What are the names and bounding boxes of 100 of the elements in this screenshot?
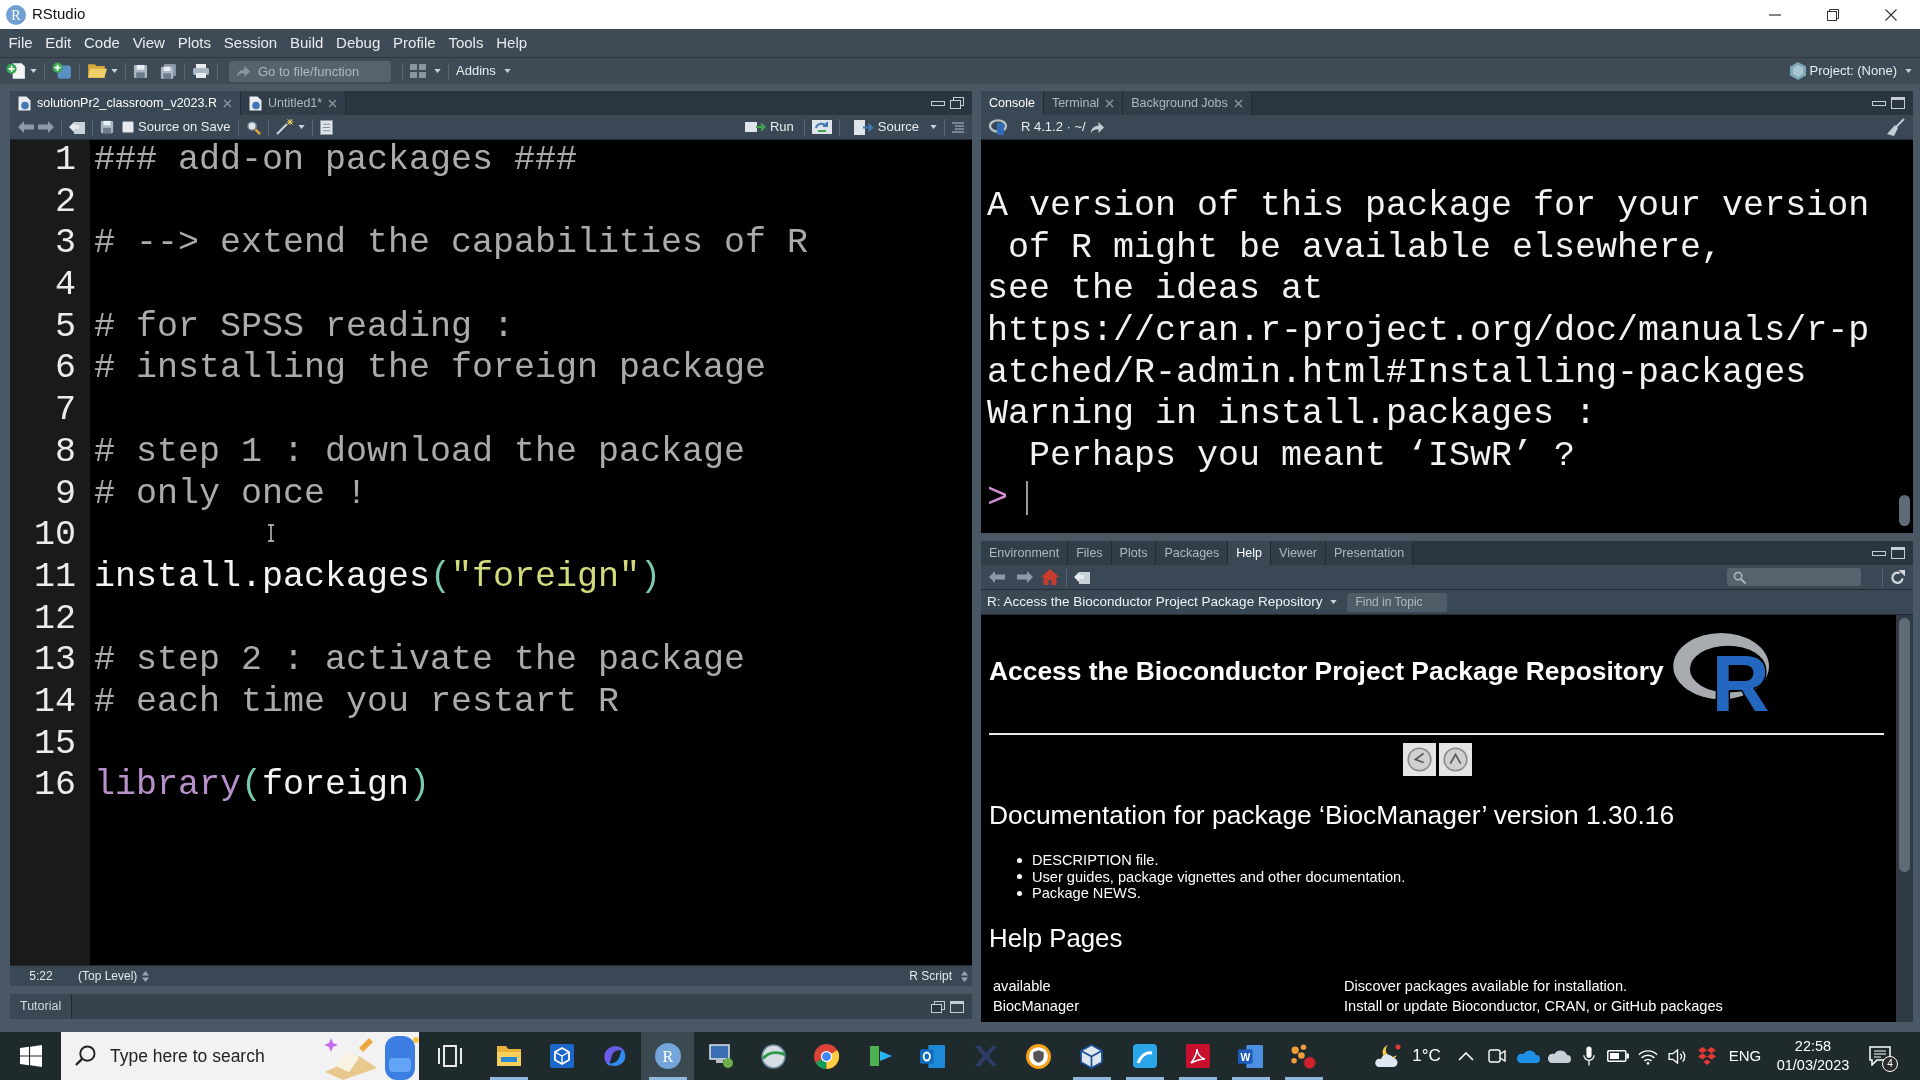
caret-icon[interactable] bbox=[297, 125, 305, 129]
updown-icon[interactable] bbox=[142, 970, 150, 982]
menu-item[interactable]: Edit bbox=[38, 29, 78, 57]
pane-tab[interactable]: Packages bbox=[1156, 541, 1229, 565]
help-link[interactable]: available bbox=[993, 977, 1051, 994]
help-link[interactable]: User guides, package vignettes and other documentation. bbox=[1032, 868, 1406, 885]
file-type-selector[interactable]: R Script bbox=[909, 967, 956, 985]
source-button[interactable]: Source bbox=[850, 116, 922, 138]
grid-icon[interactable] bbox=[410, 64, 426, 78]
rerun-icon[interactable] bbox=[811, 120, 832, 134]
back-arrow-icon[interactable] bbox=[18, 121, 34, 133]
help-link[interactable]: BiocManager bbox=[993, 997, 1079, 1014]
new-project-icon[interactable] bbox=[52, 62, 72, 80]
caret-icon[interactable] bbox=[30, 69, 37, 73]
pane-tab[interactable]: Presentation bbox=[1326, 541, 1414, 565]
project-menu[interactable]: Project: (None) bbox=[1809, 61, 1897, 81]
console-tab[interactable]: Console bbox=[981, 91, 1044, 115]
chevron-up-icon[interactable] bbox=[1458, 1051, 1474, 1061]
caret-icon[interactable] bbox=[1330, 600, 1338, 604]
close-icon[interactable] bbox=[222, 98, 232, 108]
scope-selector[interactable]: (Top Level) bbox=[78, 967, 138, 985]
menu-item[interactable]: View bbox=[126, 29, 172, 57]
minimize-icon[interactable] bbox=[1872, 100, 1886, 106]
popout-icon[interactable] bbox=[1074, 570, 1090, 584]
menu-item[interactable]: Debug bbox=[329, 29, 387, 57]
pane-tab[interactable]: Viewer bbox=[1271, 541, 1326, 565]
temperature[interactable]: 1°C bbox=[1412, 1043, 1441, 1069]
caret-icon[interactable] bbox=[111, 69, 118, 73]
checkbox[interactable] bbox=[122, 121, 134, 133]
popout-icon[interactable] bbox=[69, 120, 85, 134]
refresh-icon[interactable] bbox=[1890, 569, 1905, 585]
pane-tab[interactable]: Files bbox=[1068, 541, 1112, 565]
help-link[interactable]: DESCRIPTION file bbox=[1032, 852, 1155, 868]
forward-arrow-icon[interactable] bbox=[38, 121, 54, 133]
run-button[interactable]: Run bbox=[741, 116, 797, 138]
find-in-topic-field[interactable]: Find in Topic bbox=[1347, 592, 1448, 612]
editor-tab[interactable]: solutionPr2_classroom_v2023.R bbox=[10, 91, 241, 115]
microphone-icon[interactable] bbox=[1582, 1046, 1595, 1066]
save-all-icon[interactable] bbox=[160, 62, 177, 80]
menu-item[interactable]: File bbox=[2, 29, 39, 57]
pane-tab[interactable]: Environment bbox=[981, 541, 1069, 565]
menu-item[interactable]: Session bbox=[217, 29, 284, 57]
wifi-icon[interactable] bbox=[1637, 1047, 1658, 1065]
speaker-icon[interactable] bbox=[1668, 1048, 1687, 1064]
restore-icon[interactable] bbox=[931, 1000, 945, 1013]
scrollbar-thumb[interactable] bbox=[1899, 618, 1910, 872]
close-icon[interactable] bbox=[1233, 98, 1243, 108]
minimize-icon[interactable] bbox=[931, 100, 945, 106]
search-icon[interactable] bbox=[245, 119, 261, 135]
print-icon[interactable] bbox=[192, 63, 210, 79]
broom-icon[interactable] bbox=[1887, 118, 1905, 136]
language-indicator[interactable]: ENG bbox=[1728, 1044, 1762, 1068]
save-icon[interactable] bbox=[100, 120, 114, 134]
wand-icon[interactable] bbox=[275, 119, 294, 135]
caret-icon[interactable] bbox=[930, 125, 937, 129]
menu-item[interactable]: Build bbox=[283, 29, 330, 57]
go-to-file-field[interactable]: Go to file/function bbox=[229, 60, 391, 82]
maximize-icon[interactable] bbox=[1891, 547, 1905, 559]
notebook-icon[interactable] bbox=[319, 119, 333, 135]
pane-tab[interactable]: Help bbox=[1228, 541, 1271, 565]
notification-icon[interactable] bbox=[1869, 1046, 1891, 1066]
close-icon[interactable] bbox=[1105, 98, 1115, 108]
pane-tab[interactable]: Plots bbox=[1111, 541, 1157, 565]
maximize-icon[interactable] bbox=[950, 1000, 964, 1013]
hexagon-icon[interactable] bbox=[1789, 62, 1806, 80]
battery-icon[interactable] bbox=[1606, 1050, 1629, 1062]
console-tab[interactable]: Terminal bbox=[1043, 91, 1124, 115]
caret-icon[interactable] bbox=[434, 69, 441, 73]
folder-icon[interactable] bbox=[87, 63, 107, 79]
back-arrow-icon[interactable] bbox=[989, 571, 1005, 583]
updown-icon[interactable] bbox=[961, 970, 968, 982]
new-file-icon[interactable] bbox=[6, 62, 26, 80]
maximize-icon[interactable] bbox=[1891, 97, 1905, 109]
menu-item[interactable]: Plots bbox=[171, 29, 218, 57]
menu-item[interactable]: Tools bbox=[442, 29, 490, 57]
outline-icon[interactable] bbox=[952, 121, 964, 133]
close-icon[interactable] bbox=[328, 98, 338, 108]
console-tab[interactable]: Background Jobs bbox=[1123, 91, 1252, 115]
caret-icon[interactable] bbox=[503, 69, 511, 73]
help-link[interactable]: Package NEWS bbox=[1032, 885, 1137, 901]
menu-item[interactable]: Help bbox=[489, 29, 534, 57]
menu-item[interactable]: Code bbox=[77, 29, 127, 57]
clock-time[interactable]: 22:58 bbox=[1794, 1037, 1832, 1056]
cloud-icon[interactable] bbox=[1547, 1049, 1571, 1063]
tutorial-tab[interactable]: Tutorial bbox=[10, 994, 73, 1019]
clock-date[interactable]: 01/03/2023 bbox=[1776, 1056, 1850, 1075]
camera-icon[interactable] bbox=[1488, 1049, 1506, 1063]
caret-icon[interactable] bbox=[1905, 69, 1912, 73]
menu-item[interactable]: Profile bbox=[386, 29, 442, 57]
curved-arrow-icon[interactable] bbox=[1089, 120, 1105, 134]
restore-icon[interactable] bbox=[950, 97, 964, 109]
editor-tab[interactable]: Untitled1* bbox=[240, 91, 347, 115]
search-field[interactable] bbox=[1727, 568, 1861, 586]
minimize-icon[interactable] bbox=[1872, 550, 1886, 556]
scrollbar-thumb[interactable] bbox=[1899, 495, 1910, 526]
topic-selector[interactable]: R: Access the Bioconductor Project Package Repository bbox=[987, 591, 1323, 613]
addins-menu[interactable]: Addins bbox=[456, 61, 496, 81]
cloud-icon[interactable] bbox=[1516, 1049, 1540, 1063]
weather-icon[interactable] bbox=[1372, 1044, 1401, 1068]
save-icon[interactable] bbox=[133, 63, 148, 79]
